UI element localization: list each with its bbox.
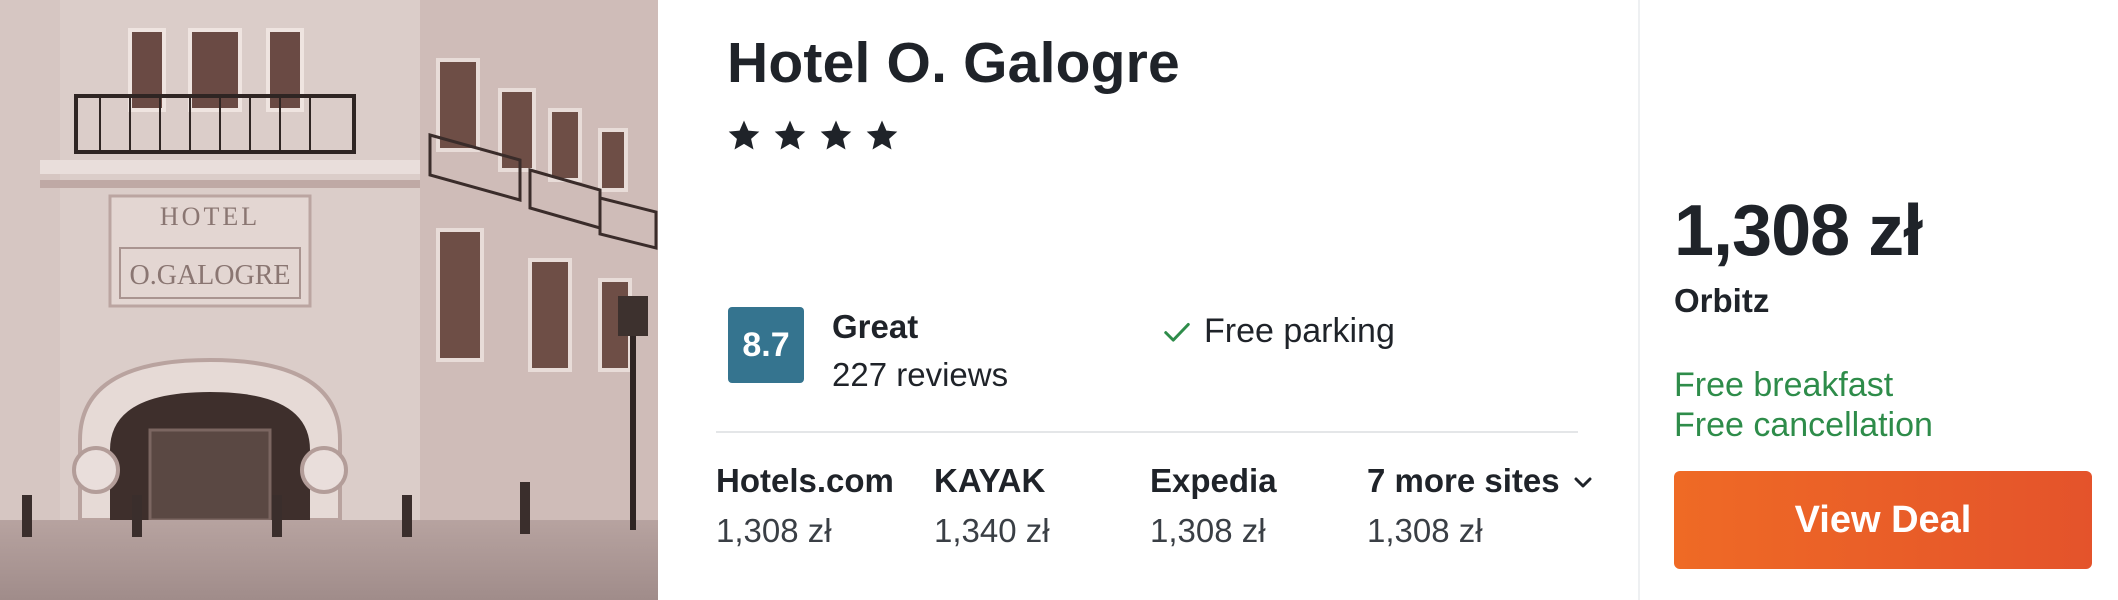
checkmark-icon: [1164, 322, 1190, 342]
star-icon: [820, 120, 852, 150]
provider-expedia[interactable]: Expedia 1,308 zł: [1150, 462, 1277, 550]
review-count-link[interactable]: 227 reviews: [832, 356, 1008, 394]
provider-price: 1,308 zł: [716, 512, 832, 549]
more-sites-dropdown[interactable]: 7 more sites 1,308 zł: [1367, 462, 1592, 550]
provider-hotels-com[interactable]: Hotels.com 1,308 zł: [716, 462, 894, 550]
chevron-down-icon: [1574, 477, 1592, 488]
perk-free-breakfast: Free breakfast: [1674, 366, 1894, 404]
deal-seller: Orbitz: [1674, 282, 1770, 319]
provider-name: Expedia: [1150, 462, 1277, 499]
provider-name: KAYAK: [934, 462, 1046, 499]
provider-name: Hotels.com: [716, 462, 894, 499]
provider-price: 1,308 zł: [1150, 512, 1266, 549]
photo-sign-name: O.GALOGRE: [130, 260, 291, 291]
perk-free-cancellation: Free cancellation: [1674, 406, 1933, 444]
amenity-label: Free parking: [1204, 312, 1395, 350]
star-icon: [728, 120, 760, 150]
more-sites-label: 7 more sites: [1367, 462, 1560, 499]
provider-name: 7 more sites: [1367, 462, 1592, 500]
hotel-facade-illustration: HOTEL O.GALOGRE: [0, 0, 658, 600]
provider-price: 1,308 zł: [1367, 512, 1483, 549]
provider-price: 1,340 zł: [934, 512, 1050, 549]
deal-price: 1,308 zł: [1674, 191, 1923, 271]
star-icon: [774, 120, 806, 150]
provider-kayak[interactable]: KAYAK 1,340 zł: [934, 462, 1050, 550]
column-separator: [1638, 0, 1640, 600]
rating-label: Great: [832, 308, 919, 345]
rating-score-badge: 8.7: [728, 307, 804, 383]
star-icon: [866, 120, 898, 150]
amenity-free-parking: Free parking: [1162, 312, 1395, 351]
divider: [716, 431, 1578, 433]
hotel-name[interactable]: Hotel O. Galogre: [727, 30, 1180, 96]
hotel-photo[interactable]: HOTEL O.GALOGRE: [0, 0, 658, 600]
photo-sign-hotel: HOTEL: [160, 202, 260, 231]
star-rating: [727, 118, 899, 152]
view-deal-button[interactable]: View Deal: [1674, 471, 2092, 569]
